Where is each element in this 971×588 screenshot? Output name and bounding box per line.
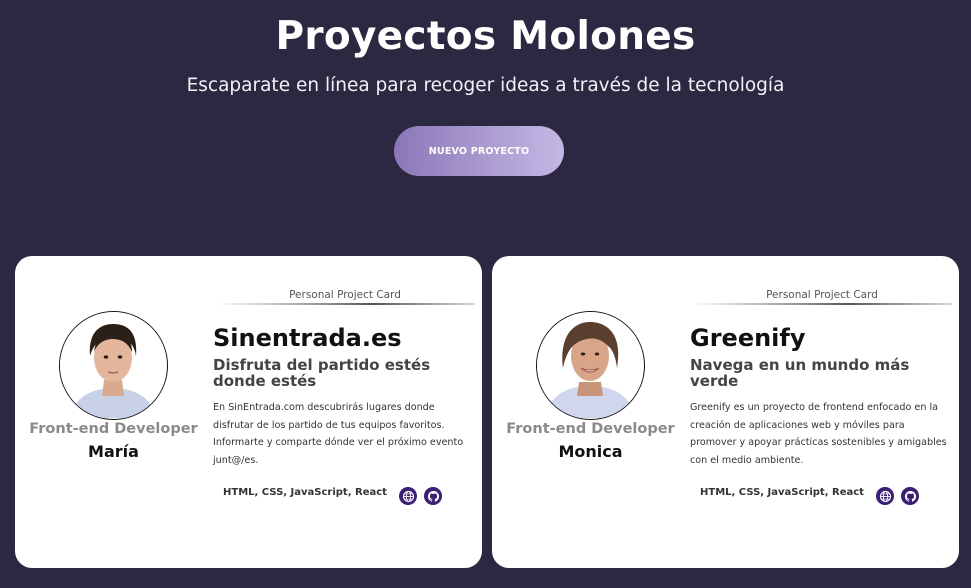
- author-name: Monica: [558, 442, 623, 461]
- author-role: Front-end Developer: [29, 421, 198, 437]
- github-icon[interactable]: [901, 487, 919, 505]
- project-card: Personal Project Card Front-end Develope…: [492, 256, 959, 568]
- project-description: Greenify es un proyecto de frontend enfo…: [690, 402, 947, 466]
- author-avatar: [536, 311, 645, 420]
- author-role: Front-end Developer: [506, 421, 675, 437]
- page-subtitle: Escaparate en línea para recoger ideas a…: [186, 75, 785, 96]
- project-card: Personal Project Card Front-end Develope…: [15, 256, 482, 568]
- project-technologies: HTML, CSS, JavaScript, React: [700, 487, 864, 498]
- card-divider: [692, 303, 952, 305]
- project-slogan: Navega en un mundo más verde: [690, 356, 910, 390]
- author-photo: [537, 312, 643, 418]
- card-divider: [215, 303, 475, 305]
- project-technologies: HTML, CSS, JavaScript, React: [223, 487, 387, 498]
- author-avatar: [59, 311, 168, 420]
- project-name: Sinentrada.es: [213, 324, 402, 352]
- project-name: Greenify: [690, 324, 806, 352]
- page-title: Proyectos Molones: [275, 14, 696, 59]
- project-slogan: Disfruta del partido estés donde estés: [213, 356, 431, 390]
- author-photo: [60, 312, 166, 418]
- project-description: En SinEntrada.com descubrirás lugares do…: [213, 402, 464, 466]
- card-label: Personal Project Card: [766, 289, 878, 301]
- author-name: María: [88, 442, 139, 461]
- github-icon[interactable]: [424, 487, 442, 505]
- new-project-button[interactable]: NUEVO PROYECTO: [394, 126, 564, 176]
- card-label: Personal Project Card: [289, 289, 401, 301]
- globe-icon[interactable]: [876, 487, 894, 505]
- projects-page: Proyectos Molones Escaparate en línea pa…: [0, 0, 971, 588]
- globe-icon[interactable]: [399, 487, 417, 505]
